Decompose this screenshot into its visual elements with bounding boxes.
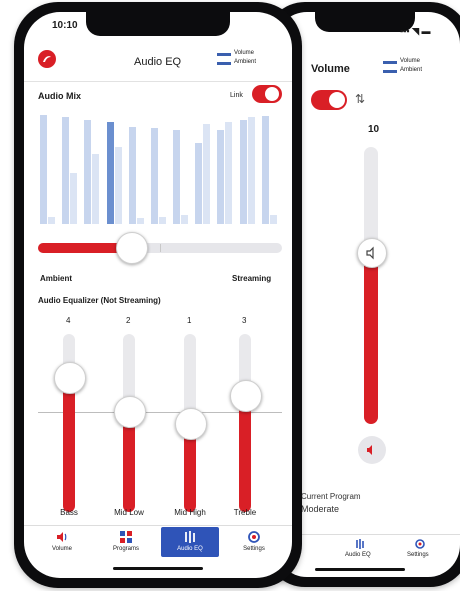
eq-slider-knob[interactable] [54, 362, 86, 394]
eq-slider-fill [63, 377, 75, 512]
back-mute-button[interactable] [358, 436, 386, 464]
back-volume-knob[interactable] [357, 238, 387, 268]
back-legend: Volume Ambient [383, 58, 453, 76]
eq-value-label: 1 [187, 316, 192, 325]
eq-value-label: 4 [66, 316, 71, 325]
eq-slider-knob[interactable] [230, 380, 262, 412]
eq-value-label: 3 [242, 316, 247, 325]
back-tab-bar [275, 534, 460, 535]
eq-band-label: Treble [233, 508, 257, 517]
equalizer-icon [356, 539, 364, 549]
back-legend-label-1: Volume [400, 58, 421, 64]
back-tab-audio-eq[interactable]: Audio EQ [335, 538, 385, 564]
eq-band-label: Bass [60, 508, 78, 517]
grid-icon [120, 531, 132, 543]
eq-slider-knob[interactable] [114, 396, 146, 428]
back-volume-fill [364, 252, 378, 424]
back-volume-track[interactable] [364, 147, 378, 424]
tab-audio-eq[interactable]: Audio EQ [161, 527, 219, 557]
eq-slider-knob[interactable] [175, 408, 207, 440]
back-tab-audio-eq-label: Audio EQ [345, 552, 371, 558]
back-tab-settings[interactable]: Settings [395, 538, 445, 564]
back-volume-value: 10 [368, 124, 380, 135]
eq-slider-track[interactable] [63, 334, 75, 512]
eq-band-label: Mid High [174, 508, 206, 517]
back-link-toggle[interactable] [311, 90, 347, 110]
eq-band-label: Mid Low [114, 508, 144, 517]
back-program-label: Current Program [301, 492, 361, 501]
back-link-icon: ⇅ [355, 92, 366, 106]
mute-icon [367, 445, 372, 455]
back-legend-swatch-2 [383, 70, 397, 73]
tab-label: Programs [112, 546, 140, 552]
gear-icon [248, 531, 260, 543]
back-screen: ▪▪▪ ◥ ▬ Volume Volume Ambient ⇅ 10 Curre… [275, 12, 460, 577]
tab-label: Volume [51, 546, 73, 552]
front-screen: 10:10 Audio EQ Volume Ambient Audio Mix … [24, 12, 292, 578]
tab-label: Settings [243, 546, 265, 552]
front-tab-bar: Volume Programs Audio EQ Settings [30, 527, 286, 557]
speaker-icon [57, 532, 67, 542]
eq-value-label: 2 [126, 316, 131, 325]
equalizer-icon [185, 531, 195, 543]
front-phone: 10:10 Audio EQ Volume Ambient Audio Mix … [14, 2, 302, 588]
speaker-icon [366, 246, 374, 260]
eq-slider-track[interactable] [239, 334, 251, 512]
back-status-icons: ▪▪▪ ◥ ▬ [400, 26, 431, 36]
back-header-title: Volume [311, 63, 350, 75]
tab-label: Audio EQ [177, 546, 203, 552]
back-tab-settings-label: Settings [407, 552, 429, 558]
eq-slider-fill [239, 395, 251, 512]
back-home-indicator [315, 568, 405, 571]
front-home-indicator [113, 567, 203, 570]
front-tab-bar-divider [24, 525, 292, 526]
back-legend-swatch-1 [383, 61, 397, 64]
tab-programs[interactable]: Programs [97, 527, 155, 557]
back-program-value: Moderate [301, 504, 340, 514]
tab-volume[interactable]: Volume [33, 527, 91, 557]
tab-settings[interactable]: Settings [225, 527, 283, 557]
back-link-toggle-knob [329, 92, 345, 108]
back-legend-label-2: Ambient [400, 67, 423, 73]
gear-icon [415, 539, 425, 549]
eq-area: 4 Bass 2 Mid Low 1 Mid High 3 Treble [24, 12, 292, 578]
